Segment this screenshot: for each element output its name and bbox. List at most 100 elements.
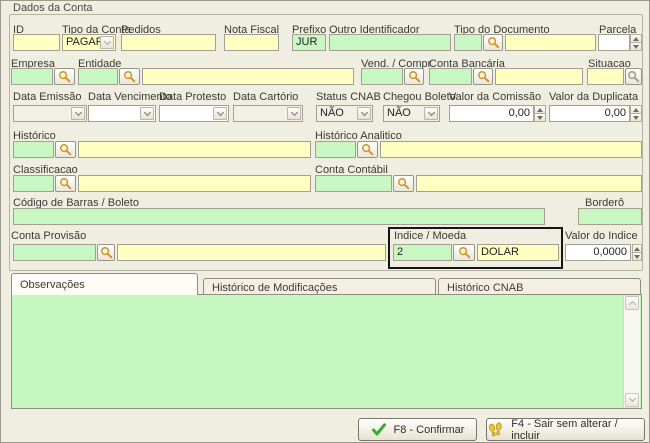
chevron-down-icon [628,395,635,402]
situacao-input[interactable] [587,68,624,85]
conta-bancaria-lookup-button[interactable] [473,68,493,85]
exit-button[interactable]: F4 - Sair sem alterar / incluir [486,418,645,441]
indice-moeda-label: Indice / Moeda [394,230,466,242]
chevron-up-icon[interactable] [534,105,546,114]
codigo-barras-input[interactable] [13,208,545,225]
status-cnab-select[interactable]: NÃO [316,105,373,122]
magnifier-icon [477,70,490,83]
chevron-up-icon [628,300,635,307]
parcela-input[interactable] [598,34,630,51]
dados-da-conta-window: Dados da Conta ID Tipo da Conta PAGAR Pe… [0,0,650,443]
conta-contabil-code-input[interactable] [315,175,392,192]
valor-comissao-input[interactable]: 0,00 [449,105,534,122]
chevron-up-icon[interactable] [630,34,642,43]
conta-bancaria-code-input[interactable] [429,68,472,85]
scroll-down-button[interactable] [625,393,639,407]
historico-lookup-button[interactable] [55,141,76,158]
chevron-up-icon[interactable] [632,244,642,253]
entidade-code-input[interactable] [78,68,118,85]
entidade-input[interactable] [142,68,354,85]
empresa-code-input[interactable] [11,68,53,85]
magnifier-icon [408,70,421,83]
pedidos-input[interactable] [121,34,216,51]
chegou-boleto-label: Chegou Boleto [383,91,456,103]
valor-indice-label: Valor do Indice [565,230,638,242]
data-vencimento-select[interactable] [88,105,156,122]
data-cartorio-select[interactable] [233,105,303,122]
conta-contabil-lookup-button[interactable] [393,175,414,192]
chevron-down-icon[interactable] [71,107,85,120]
chevron-down-icon[interactable] [140,107,154,120]
conta-provisao-input[interactable] [117,244,386,261]
chevron-down-icon[interactable] [534,114,546,122]
footprints-icon [487,422,504,438]
confirm-button-label: F8 - Confirmar [394,424,465,436]
magnifier-icon [59,177,72,190]
historico-analitico-code-input[interactable] [315,141,356,158]
chevron-up-icon[interactable] [630,105,642,114]
outro-identificador-input[interactable] [329,34,451,51]
observacoes-scrollbar[interactable] [623,296,640,407]
bordero-input[interactable] [578,208,642,225]
chevron-down-icon[interactable] [630,43,642,51]
historico-input[interactable] [78,141,311,158]
indice-moeda-code-input[interactable]: 2 [393,244,452,261]
chevron-down-icon[interactable] [630,114,642,122]
conta-provisao-lookup-button[interactable] [97,244,115,261]
indice-moeda-input[interactable]: DOLAR [477,244,559,261]
chegou-boleto-select[interactable]: NÃO [383,105,440,122]
scroll-up-button[interactable] [625,296,639,310]
historico-analitico-lookup-button[interactable] [357,141,378,158]
id-input[interactable] [13,34,60,51]
confirm-button[interactable]: F8 - Confirmar [358,418,477,441]
chevron-down-icon[interactable] [100,36,114,49]
conta-contabil-input[interactable] [416,175,642,192]
tab-historico-cnab[interactable]: Histórico CNAB [438,278,641,294]
conta-bancaria-input[interactable] [495,68,583,85]
entidade-lookup-button[interactable] [119,68,140,85]
tipo-do-documento-input[interactable] [505,34,596,51]
valor-duplicata-stepper[interactable] [630,105,642,122]
valor-comissao-stepper[interactable] [534,105,546,122]
parcela-stepper[interactable] [630,34,642,51]
magnifier-icon [361,143,374,156]
historico-code-input[interactable] [13,141,54,158]
nota-fiscal-input[interactable] [224,34,279,51]
tipo-do-documento-code-input[interactable] [454,34,482,51]
classificacao-lookup-button[interactable] [55,175,76,192]
tipo-da-conta-select[interactable]: PAGAR [62,34,116,51]
exit-button-label: F4 - Sair sem alterar / incluir [511,418,644,442]
valor-comissao-label: Valor da Comissão [449,91,541,103]
observacoes-panel [11,294,642,409]
check-icon [371,422,387,437]
chevron-down-icon[interactable] [357,107,371,120]
vend-compr-lookup-button[interactable] [404,68,424,85]
valor-indice-stepper[interactable] [632,244,642,261]
magnifier-icon [123,70,136,83]
data-protesto-label: Data Protesto [159,91,226,103]
situacao-lookup-button[interactable] [625,68,642,85]
historico-analitico-input[interactable] [380,141,642,158]
magnifier-icon [59,143,72,156]
chevron-down-icon[interactable] [424,107,438,120]
indice-moeda-lookup-button[interactable] [453,244,475,261]
classificacao-code-input[interactable] [13,175,54,192]
chevron-down-icon[interactable] [213,107,227,120]
chevron-down-icon[interactable] [287,107,301,120]
data-emissao-select[interactable] [13,105,87,122]
data-protesto-select[interactable] [159,105,229,122]
valor-duplicata-input[interactable]: 0,00 [549,105,630,122]
tab-observacoes[interactable]: Observações [11,273,198,295]
valor-indice-input[interactable]: 0,0000 [565,244,631,261]
tab-historico-de-modificacoes[interactable]: Histórico de Modificações [203,278,436,294]
vend-compr-code-input[interactable] [361,68,403,85]
empresa-lookup-button[interactable] [54,68,75,85]
magnifier-icon [100,246,113,259]
prefixo-input[interactable]: JUR [292,34,326,51]
conta-provisao-code-input[interactable] [13,244,96,261]
magnifier-icon [458,246,471,259]
classificacao-input[interactable] [78,175,311,192]
chevron-down-icon[interactable] [632,253,642,261]
observacoes-textarea[interactable] [12,295,623,408]
tipo-do-documento-lookup-button[interactable] [483,34,503,51]
